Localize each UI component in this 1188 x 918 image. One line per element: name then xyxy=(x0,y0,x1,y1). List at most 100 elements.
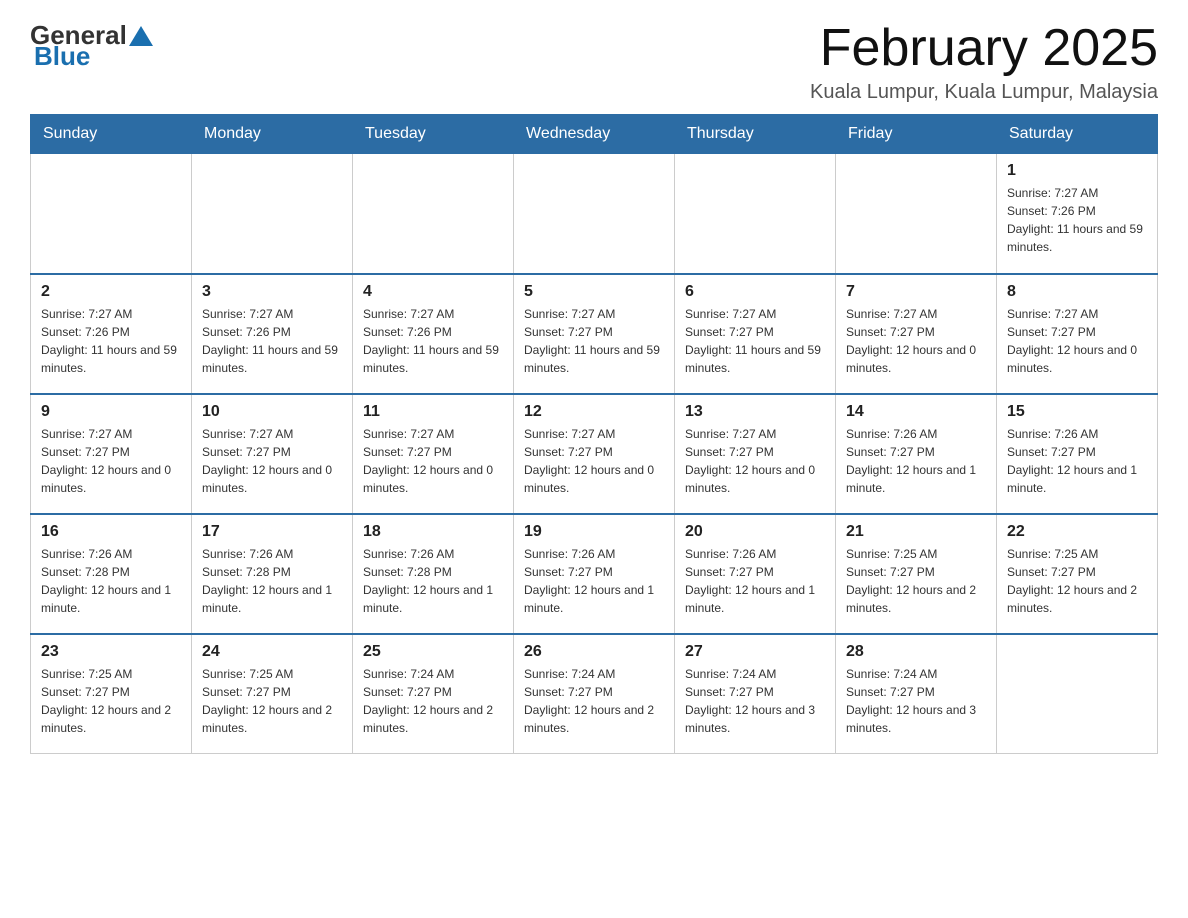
day-number: 25 xyxy=(363,643,503,661)
day-number: 19 xyxy=(524,523,664,541)
calendar-cell: 18Sunrise: 7:26 AM Sunset: 7:28 PM Dayli… xyxy=(353,514,514,634)
week-row-4: 16Sunrise: 7:26 AM Sunset: 7:28 PM Dayli… xyxy=(31,514,1158,634)
day-info: Sunrise: 7:26 AM Sunset: 7:27 PM Dayligh… xyxy=(524,545,664,617)
col-wednesday: Wednesday xyxy=(514,115,675,154)
day-number: 8 xyxy=(1007,283,1147,301)
calendar-cell xyxy=(192,154,353,274)
day-info: Sunrise: 7:26 AM Sunset: 7:27 PM Dayligh… xyxy=(685,545,825,617)
day-number: 12 xyxy=(524,403,664,421)
day-number: 17 xyxy=(202,523,342,541)
day-number: 14 xyxy=(846,403,986,421)
day-number: 28 xyxy=(846,643,986,661)
day-info: Sunrise: 7:27 AM Sunset: 7:27 PM Dayligh… xyxy=(202,425,342,497)
calendar-cell: 1 Sunrise: 7:27 AM Sunset: 7:26 PM Daylig… xyxy=(997,154,1158,274)
week-row-2: 2 Sunrise: 7:27 AM Sunset: 7:26 PM Daylig… xyxy=(31,274,1158,394)
calendar-cell: 9 Sunrise: 7:27 AM Sunset: 7:27 PM Daylig… xyxy=(31,394,192,514)
location-label: Kuala Lumpur, Kuala Lumpur, Malaysia xyxy=(810,81,1158,104)
calendar-cell: 27 Sunrise: 7:24 AM Sunset: 7:27 PM Dayli… xyxy=(675,634,836,754)
day-info: Sunrise: 7:25 AM Sunset: 7:27 PM Dayligh… xyxy=(202,665,342,737)
day-info: Sunrise: 7:26 AM Sunset: 7:28 PM Dayligh… xyxy=(41,545,181,617)
day-info: Sunrise: 7:24 AM Sunset: 7:27 PM Dayligh… xyxy=(846,665,986,737)
logo: General Blue xyxy=(30,20,155,72)
calendar-cell xyxy=(514,154,675,274)
calendar-cell: 20 Sunrise: 7:26 AM Sunset: 7:27 PM Dayli… xyxy=(675,514,836,634)
calendar-cell: 15 Sunrise: 7:26 AM Sunset: 7:27 PM Dayli… xyxy=(997,394,1158,514)
calendar-cell: 24 Sunrise: 7:25 AM Sunset: 7:27 PM Dayli… xyxy=(192,634,353,754)
day-number: 24 xyxy=(202,643,342,661)
day-info: Sunrise: 7:27 AM Sunset: 7:26 PM Dayligh… xyxy=(1007,184,1147,256)
day-number: 2 xyxy=(41,283,181,301)
calendar-cell: 7Sunrise: 7:27 AM Sunset: 7:27 PM Daylig… xyxy=(836,274,997,394)
month-title: February 2025 xyxy=(810,20,1158,77)
calendar-cell: 19 Sunrise: 7:26 AM Sunset: 7:27 PM Dayli… xyxy=(514,514,675,634)
calendar-cell: 6 Sunrise: 7:27 AM Sunset: 7:27 PM Daylig… xyxy=(675,274,836,394)
calendar-cell: 5 Sunrise: 7:27 AM Sunset: 7:27 PM Daylig… xyxy=(514,274,675,394)
day-number: 3 xyxy=(202,283,342,301)
col-friday: Friday xyxy=(836,115,997,154)
calendar-cell xyxy=(997,634,1158,754)
col-saturday: Saturday xyxy=(997,115,1158,154)
day-info: Sunrise: 7:27 AM Sunset: 7:26 PM Dayligh… xyxy=(202,305,342,377)
calendar-cell: 12Sunrise: 7:27 AM Sunset: 7:27 PM Dayli… xyxy=(514,394,675,514)
calendar-cell: 26 Sunrise: 7:24 AM Sunset: 7:27 PM Dayli… xyxy=(514,634,675,754)
calendar-cell xyxy=(836,154,997,274)
col-thursday: Thursday xyxy=(675,115,836,154)
day-number: 27 xyxy=(685,643,825,661)
day-number: 10 xyxy=(202,403,342,421)
calendar-cell: 2 Sunrise: 7:27 AM Sunset: 7:26 PM Daylig… xyxy=(31,274,192,394)
day-info: Sunrise: 7:27 AM Sunset: 7:26 PM Dayligh… xyxy=(41,305,181,377)
day-number: 20 xyxy=(685,523,825,541)
calendar-cell: 10 Sunrise: 7:27 AM Sunset: 7:27 PM Dayli… xyxy=(192,394,353,514)
calendar-cell: 11Sunrise: 7:27 AM Sunset: 7:27 PM Dayli… xyxy=(353,394,514,514)
day-number: 15 xyxy=(1007,403,1147,421)
day-number: 26 xyxy=(524,643,664,661)
calendar-cell xyxy=(675,154,836,274)
day-info: Sunrise: 7:26 AM Sunset: 7:28 PM Dayligh… xyxy=(363,545,503,617)
day-number: 22 xyxy=(1007,523,1147,541)
day-number: 21 xyxy=(846,523,986,541)
col-monday: Monday xyxy=(192,115,353,154)
logo-triangle-icon xyxy=(129,26,153,46)
day-number: 7 xyxy=(846,283,986,301)
week-row-3: 9 Sunrise: 7:27 AM Sunset: 7:27 PM Daylig… xyxy=(31,394,1158,514)
day-info: Sunrise: 7:27 AM Sunset: 7:27 PM Dayligh… xyxy=(524,305,664,377)
calendar-cell: 13Sunrise: 7:27 AM Sunset: 7:27 PM Dayli… xyxy=(675,394,836,514)
day-info: Sunrise: 7:27 AM Sunset: 7:27 PM Dayligh… xyxy=(685,305,825,377)
day-info: Sunrise: 7:24 AM Sunset: 7:27 PM Dayligh… xyxy=(363,665,503,737)
day-info: Sunrise: 7:25 AM Sunset: 7:27 PM Dayligh… xyxy=(41,665,181,737)
col-sunday: Sunday xyxy=(31,115,192,154)
day-info: Sunrise: 7:25 AM Sunset: 7:27 PM Dayligh… xyxy=(846,545,986,617)
day-info: Sunrise: 7:26 AM Sunset: 7:28 PM Dayligh… xyxy=(202,545,342,617)
calendar-cell: 21 Sunrise: 7:25 AM Sunset: 7:27 PM Dayli… xyxy=(836,514,997,634)
page-header: General Blue February 2025 Kuala Lumpur,… xyxy=(30,20,1158,104)
calendar-cell: 4 Sunrise: 7:27 AM Sunset: 7:26 PM Daylig… xyxy=(353,274,514,394)
day-number: 1 xyxy=(1007,162,1147,180)
day-info: Sunrise: 7:24 AM Sunset: 7:27 PM Dayligh… xyxy=(685,665,825,737)
day-info: Sunrise: 7:27 AM Sunset: 7:27 PM Dayligh… xyxy=(363,425,503,497)
week-row-5: 23Sunrise: 7:25 AM Sunset: 7:27 PM Dayli… xyxy=(31,634,1158,754)
calendar-table: Sunday Monday Tuesday Wednesday Thursday… xyxy=(30,114,1158,754)
calendar-cell: 3 Sunrise: 7:27 AM Sunset: 7:26 PM Daylig… xyxy=(192,274,353,394)
calendar-cell: 8 Sunrise: 7:27 AM Sunset: 7:27 PM Daylig… xyxy=(997,274,1158,394)
day-info: Sunrise: 7:24 AM Sunset: 7:27 PM Dayligh… xyxy=(524,665,664,737)
calendar-cell: 22Sunrise: 7:25 AM Sunset: 7:27 PM Dayli… xyxy=(997,514,1158,634)
day-info: Sunrise: 7:26 AM Sunset: 7:27 PM Dayligh… xyxy=(846,425,986,497)
calendar-cell: 17 Sunrise: 7:26 AM Sunset: 7:28 PM Dayli… xyxy=(192,514,353,634)
day-info: Sunrise: 7:27 AM Sunset: 7:26 PM Dayligh… xyxy=(363,305,503,377)
logo-blue-text: Blue xyxy=(34,41,90,71)
calendar-cell xyxy=(353,154,514,274)
day-info: Sunrise: 7:27 AM Sunset: 7:27 PM Dayligh… xyxy=(41,425,181,497)
day-number: 6 xyxy=(685,283,825,301)
day-number: 4 xyxy=(363,283,503,301)
calendar-header-row: Sunday Monday Tuesday Wednesday Thursday… xyxy=(31,115,1158,154)
day-info: Sunrise: 7:27 AM Sunset: 7:27 PM Dayligh… xyxy=(685,425,825,497)
calendar-cell: 16Sunrise: 7:26 AM Sunset: 7:28 PM Dayli… xyxy=(31,514,192,634)
calendar-cell: 28 Sunrise: 7:24 AM Sunset: 7:27 PM Dayli… xyxy=(836,634,997,754)
day-info: Sunrise: 7:26 AM Sunset: 7:27 PM Dayligh… xyxy=(1007,425,1147,497)
day-number: 9 xyxy=(41,403,181,421)
col-tuesday: Tuesday xyxy=(353,115,514,154)
day-number: 5 xyxy=(524,283,664,301)
calendar-cell: 14 Sunrise: 7:26 AM Sunset: 7:27 PM Dayli… xyxy=(836,394,997,514)
calendar-cell xyxy=(31,154,192,274)
day-info: Sunrise: 7:27 AM Sunset: 7:27 PM Dayligh… xyxy=(1007,305,1147,377)
